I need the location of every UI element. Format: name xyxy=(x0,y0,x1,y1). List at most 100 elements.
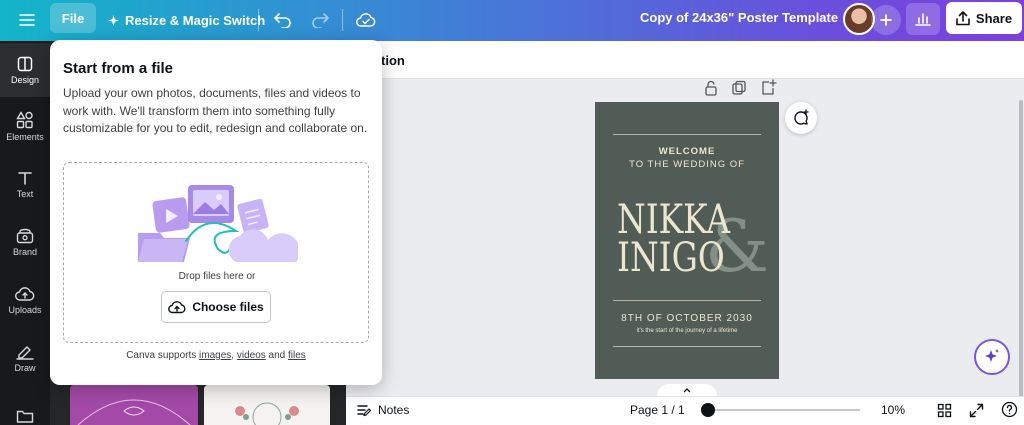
poster-rule xyxy=(613,134,761,135)
upload-illustration-icon xyxy=(138,185,298,262)
add-collaborator-button[interactable] xyxy=(871,5,901,35)
rail-item-label: Elements xyxy=(6,131,44,142)
template-thumbnail[interactable] xyxy=(70,385,198,425)
grid-view-button[interactable] xyxy=(937,403,952,418)
undo-button[interactable] xyxy=(268,5,298,35)
fullscreen-button[interactable] xyxy=(969,403,984,418)
choose-files-button[interactable]: Choose files xyxy=(161,291,271,323)
duplicate-page-button[interactable] xyxy=(729,78,749,98)
lock-page-button[interactable] xyxy=(701,78,721,98)
cloud-check-icon xyxy=(356,13,376,27)
context-toolbar xyxy=(346,41,1024,79)
notes-button[interactable]: Notes xyxy=(357,403,409,417)
poster-welcome[interactable]: WELCOME xyxy=(595,146,779,157)
zoom-slider-track[interactable] xyxy=(708,409,860,411)
cloud-save-button[interactable] xyxy=(351,5,381,35)
rail-item-label: Uploads xyxy=(8,304,42,315)
context-toolbar-label[interactable]: tion xyxy=(381,53,405,68)
popup-title: Start from a file xyxy=(63,60,174,77)
resize-magic-switch-button[interactable]: Resize & Magic Switch xyxy=(104,5,269,35)
expand-icon xyxy=(969,403,984,418)
supports-prefix: Canva supports xyxy=(126,350,200,361)
files-link[interactable]: files xyxy=(288,350,306,361)
notes-label: Notes xyxy=(378,403,410,417)
page-indicator[interactable]: Page 1 / 1 xyxy=(630,403,685,417)
sparkle-icon xyxy=(108,14,119,26)
help-button[interactable] xyxy=(1001,401,1018,418)
videos-link[interactable]: videos xyxy=(237,350,266,361)
notes-icon xyxy=(357,404,372,416)
zoom-slider-handle[interactable] xyxy=(701,403,715,417)
upload-share-icon xyxy=(956,10,970,25)
redo-icon xyxy=(312,13,329,28)
rail-item-text[interactable]: Text xyxy=(0,157,50,211)
bottom-bar xyxy=(346,396,1024,425)
chevron-up-icon xyxy=(683,388,691,393)
supports-and: and xyxy=(265,350,288,361)
rail-item-uploads[interactable]: Uploads xyxy=(0,273,50,327)
floral-monogram-icon xyxy=(235,402,299,425)
bar-chart-icon xyxy=(915,13,931,26)
page-label: Page 1 / 1 xyxy=(630,403,685,417)
share-button[interactable]: Share xyxy=(946,2,1022,34)
add-page-icon xyxy=(762,79,777,95)
file-dropzone[interactable]: Drop files here or Choose files xyxy=(63,162,369,343)
lock-icon xyxy=(705,80,717,96)
divider xyxy=(258,9,259,31)
undo-icon xyxy=(274,13,291,28)
upload-popup: Start from a file Upload your own photos… xyxy=(50,40,382,385)
poster-subtitle[interactable]: TO THE WEDDING OF xyxy=(595,159,779,170)
elements-icon xyxy=(16,110,33,128)
top-bar: File Resize & Magic Switch Copy of 24x36… xyxy=(0,0,1024,41)
file-menu-label: File xyxy=(61,10,85,26)
help-icon xyxy=(1001,401,1018,418)
rail-item-label: Text xyxy=(16,188,34,199)
brand-icon xyxy=(16,228,34,243)
poster-name-2[interactable]: INIGO xyxy=(617,238,732,278)
projects-icon xyxy=(16,410,34,423)
uploads-icon xyxy=(15,286,35,301)
sparkle-icon xyxy=(985,349,999,362)
duplicate-icon xyxy=(732,80,746,95)
rail-item-projects[interactable] xyxy=(0,389,50,425)
poster-rule xyxy=(613,346,761,347)
drop-files-text: Drop files here or xyxy=(178,271,256,282)
hamburger-icon xyxy=(19,14,35,26)
show-pages-toggle[interactable] xyxy=(657,384,717,396)
add-page-button[interactable] xyxy=(758,78,778,98)
rail-item-label: Draw xyxy=(14,362,36,373)
poster-name-1[interactable]: NIKKA xyxy=(617,200,732,240)
rail-item-draw[interactable]: Draw xyxy=(0,331,50,385)
document-title[interactable]: Copy of 24x36" Poster Template xyxy=(640,10,838,25)
poster-date[interactable]: 8TH OF OCTOBER 2030 xyxy=(595,313,779,324)
menu-button[interactable] xyxy=(10,5,44,35)
poster-tagline[interactable]: it's the start of the journey of a lifet… xyxy=(595,328,779,334)
zoom-label: 10% xyxy=(881,403,906,417)
file-menu-button[interactable]: File xyxy=(50,3,96,33)
choose-files-label: Choose files xyxy=(192,300,264,314)
popup-description: Upload your own photos, documents, files… xyxy=(63,86,368,136)
share-label: Share xyxy=(975,10,1013,26)
zoom-level[interactable]: 10% xyxy=(881,403,905,417)
left-rail: Design Elements Text Brand Uploads Draw xyxy=(0,41,50,425)
insights-button[interactable] xyxy=(906,3,940,35)
resize-label: Resize & Magic Switch xyxy=(125,12,266,28)
images-link[interactable]: images xyxy=(199,350,231,361)
design-icon xyxy=(17,56,33,71)
magic-assistant-button[interactable] xyxy=(974,339,1010,375)
rail-item-brand[interactable]: Brand xyxy=(0,215,50,269)
rail-item-design[interactable]: Design xyxy=(0,43,50,97)
comment-add-icon xyxy=(794,109,809,125)
text-icon xyxy=(18,171,32,185)
add-comment-button[interactable] xyxy=(785,102,817,134)
supported-formats-text: Canva supports images, videos and files xyxy=(50,350,382,361)
cloud-upload-icon xyxy=(168,301,186,314)
divider xyxy=(342,9,343,31)
template-thumbnail[interactable] xyxy=(204,385,330,425)
rail-item-elements[interactable]: Elements xyxy=(0,99,50,153)
vertical-scrollbar[interactable] xyxy=(1019,100,1023,400)
redo-button[interactable] xyxy=(305,5,335,35)
poster-page[interactable]: WELCOME TO THE WEDDING OF & NIKKA INIGO … xyxy=(595,102,779,379)
rail-item-label: Design xyxy=(10,74,39,85)
grid-icon xyxy=(937,403,952,418)
